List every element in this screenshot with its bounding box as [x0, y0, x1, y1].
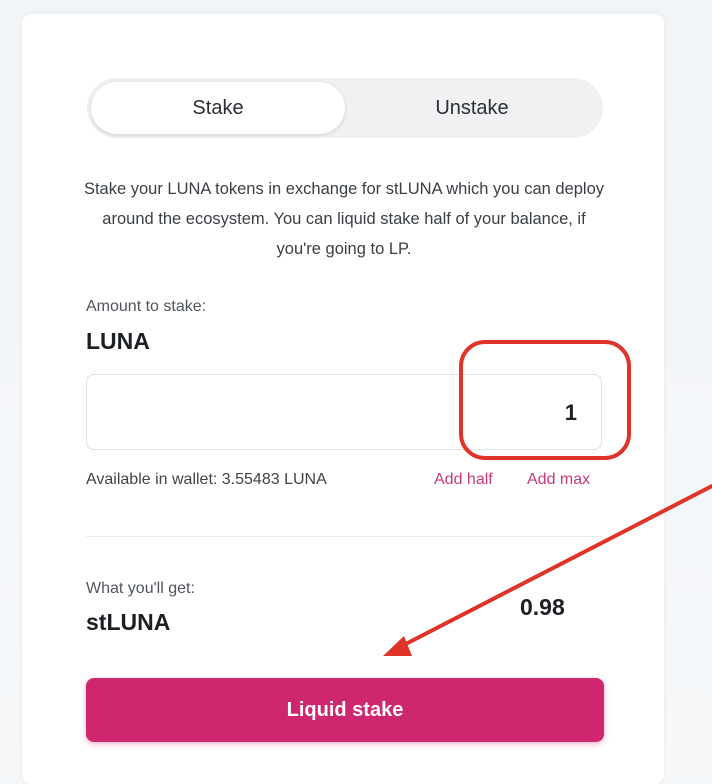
add-max-link[interactable]: Add max	[527, 471, 590, 489]
tab-unstake[interactable]: Unstake	[345, 82, 599, 134]
amount-label: Amount to stake:	[86, 298, 207, 315]
amount-input[interactable]	[155, 375, 579, 451]
receive-label: What you'll get:	[86, 580, 195, 597]
add-half-link[interactable]: Add half	[434, 471, 493, 489]
receive-token: stLUNA	[86, 609, 171, 635]
stake-description: Stake your LUNA tokens in exchange for s…	[83, 180, 605, 258]
liquid-stake-button[interactable]: Liquid stake	[86, 678, 604, 742]
amount-token: LUNA	[86, 328, 150, 354]
tab-stake[interactable]: Stake	[91, 82, 345, 134]
stake-unstake-toggle: Stake Unstake	[87, 78, 603, 138]
receive-amount: 0.98	[520, 594, 565, 620]
amount-field	[86, 374, 602, 451]
divider	[86, 536, 602, 537]
wallet-balance: Available in wallet: 3.55483 LUNA	[86, 471, 327, 488]
stake-card: Stake Unstake Stake your LUNA tokens in …	[22, 14, 664, 784]
